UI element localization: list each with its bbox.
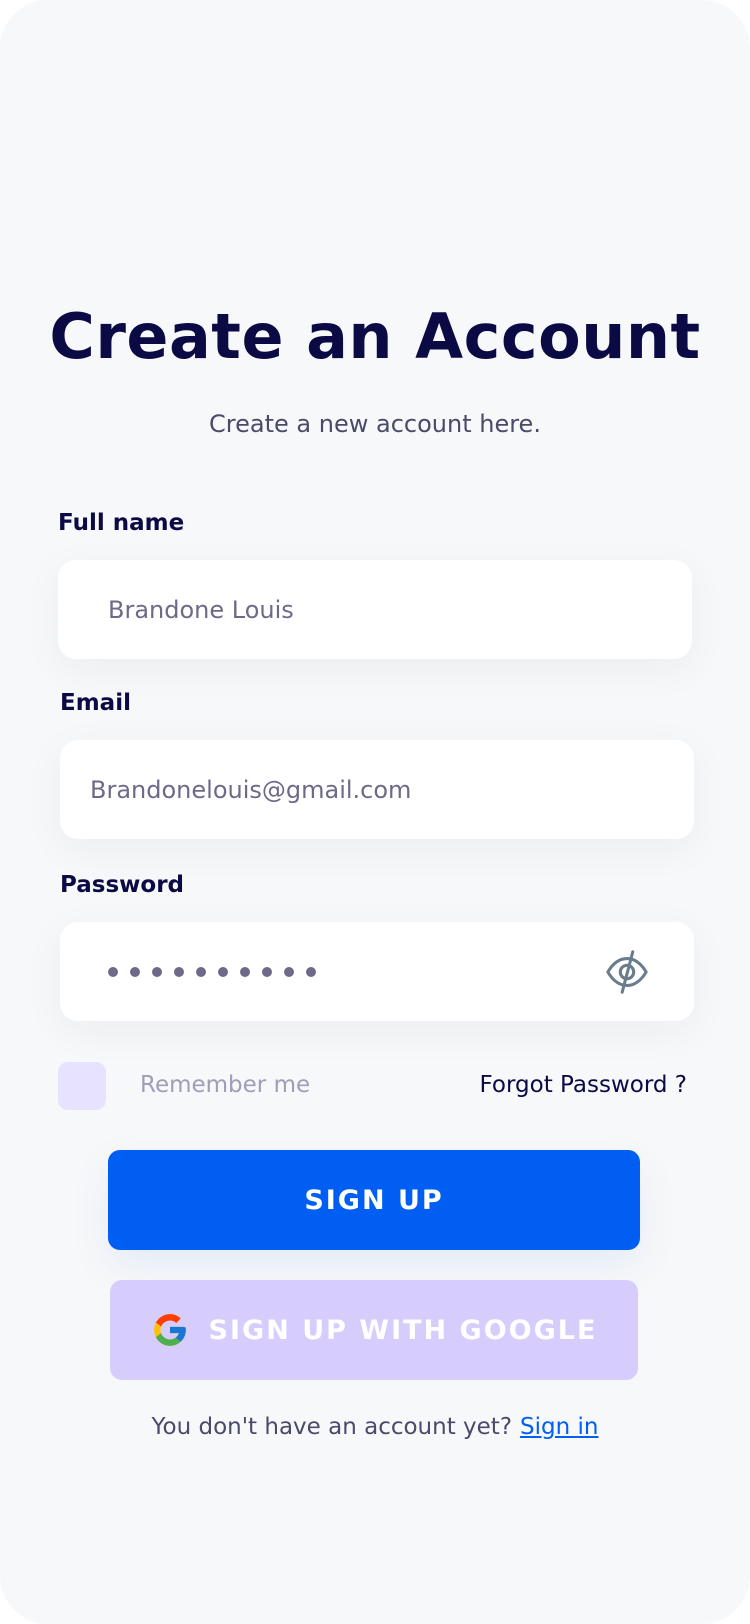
password-dot — [218, 966, 228, 977]
sign-up-label: SIGN UP — [304, 1184, 444, 1216]
remember-me-checkbox[interactable] — [58, 1062, 106, 1110]
google-icon — [153, 1314, 186, 1346]
password-label: Password — [60, 872, 184, 898]
email-label: Email — [60, 690, 131, 716]
password-dot — [196, 966, 206, 977]
sign-in-prompt: You don't have an account yet? Sign in — [0, 1414, 750, 1440]
forgot-password-link[interactable]: Forgot Password ? — [480, 1072, 687, 1098]
full-name-value: Brandone Louis — [108, 595, 294, 624]
password-dot — [284, 966, 294, 977]
screen: Create an Account Create a new account h… — [0, 0, 750, 1624]
google-sign-up-label: SIGN UP WITH GOOGLE — [208, 1314, 598, 1346]
password-dot — [152, 966, 162, 977]
password-dot — [130, 966, 140, 977]
sign-in-prompt-text: You don't have an account yet? — [151, 1414, 513, 1440]
full-name-label: Full name — [58, 510, 185, 536]
email-field[interactable]: Brandonelouis@gmail.com — [60, 740, 694, 839]
eye-slash-icon[interactable] — [604, 949, 650, 995]
password-dot — [262, 966, 272, 977]
password-dot — [240, 966, 250, 977]
password-dot — [306, 966, 316, 977]
password-dot — [108, 966, 118, 977]
password-mask — [108, 966, 316, 977]
sign-up-button[interactable]: SIGN UP — [108, 1150, 640, 1250]
password-dot — [174, 966, 184, 977]
full-name-field[interactable]: Brandone Louis — [58, 560, 692, 659]
page-title: Create an Account — [49, 300, 701, 373]
remember-me-label: Remember me — [140, 1072, 311, 1098]
google-sign-up-button[interactable]: SIGN UP WITH GOOGLE — [110, 1280, 638, 1380]
sign-in-link[interactable]: Sign in — [520, 1414, 598, 1440]
email-value: Brandonelouis@gmail.com — [90, 775, 412, 804]
password-field[interactable] — [60, 922, 694, 1021]
page-subtitle: Create a new account here. — [209, 410, 541, 438]
